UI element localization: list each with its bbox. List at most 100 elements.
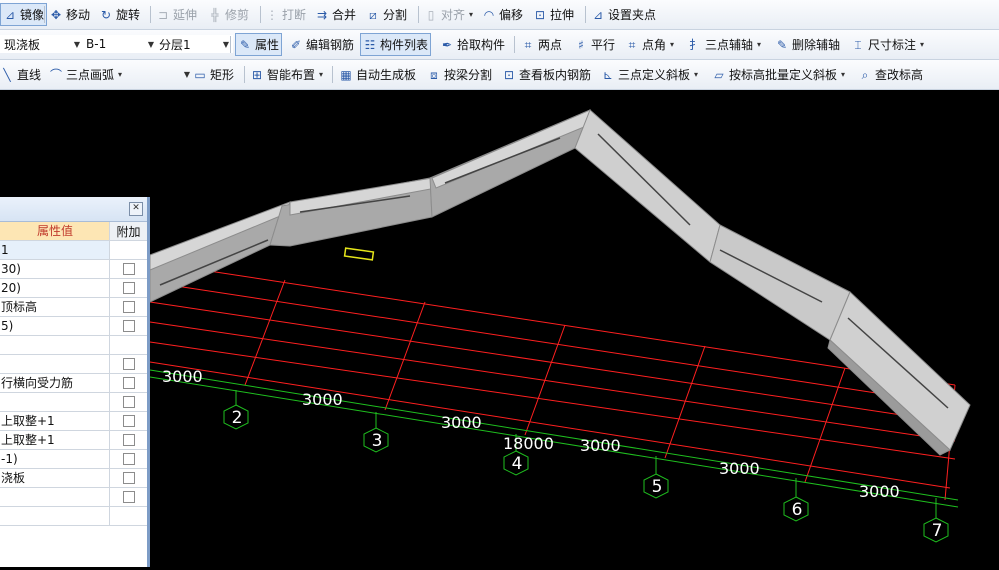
mirror-icon: ⊿	[4, 7, 16, 22]
edit-toolbar: ⊿ 镜像 ✥ 移动 ↻ 旋转 ⊐ 延伸 ╬ 修剪 ⋮ 打断 ⇉ 合并 ⧄ 分割 ▯ 对齐 ▾ ◠ 偏移…	[0, 0, 999, 30]
property-row[interactable]: 20)	[0, 279, 147, 298]
point-angle-icon: ⌗	[628, 37, 636, 52]
panel-title-bar[interactable]: ✕	[0, 197, 147, 222]
stretch-icon: ⊡	[534, 7, 546, 22]
slope-icon: ⊾	[602, 67, 614, 82]
trim-icon: ╬	[211, 7, 219, 22]
dimension-label: 18000	[503, 434, 554, 453]
component-toolbar: 现浇板 ▼ B-1 ▼ 分层1 ▼ ✎ 属性 ✐ 编辑钢筋 ☷ 构件列表 ✒ 拾取构件 ⌗ 两点…	[0, 30, 999, 60]
extra-checkbox[interactable]	[122, 491, 135, 503]
col-extra-header: 附加	[110, 222, 147, 240]
pick-component-button[interactable]: ✒ 拾取构件	[440, 30, 505, 59]
property-row[interactable]: 行横向受力筋	[0, 374, 147, 393]
break-icon: ⋮	[266, 7, 278, 22]
parallel-button[interactable]: ♯ 平行	[574, 30, 615, 59]
property-row[interactable]: 30)	[0, 260, 147, 279]
extra-checkbox[interactable]	[122, 301, 135, 313]
inclined-slab	[149, 109, 971, 456]
properties-button[interactable]: ✎ 属性	[235, 33, 283, 56]
extend-button[interactable]: ⊐ 延伸	[156, 0, 197, 29]
set-grip-button[interactable]: ⊿ 设置夹点	[591, 0, 656, 29]
trim-button[interactable]: ╬ 修剪	[208, 0, 249, 29]
extra-checkbox[interactable]	[122, 263, 135, 275]
property-row[interactable]	[0, 355, 147, 374]
merge-button[interactable]: ⇉ 合并	[315, 0, 356, 29]
break-button[interactable]: ⋮ 打断	[265, 0, 306, 29]
chevron-down-icon: ▾	[670, 40, 675, 49]
edit-rebar-icon: ✐	[290, 37, 302, 52]
offset-icon: ◠	[483, 7, 495, 22]
chevron-down-icon: ▾	[319, 70, 324, 79]
mirror-button[interactable]: ⊿ 镜像	[0, 3, 48, 26]
check-elevation-button[interactable]: ⌕ 查改标高	[858, 60, 923, 89]
delete-axis-button[interactable]: ✎ 删除辅轴	[775, 30, 840, 59]
align-dropdown[interactable]: ▯ 对齐 ▾	[424, 0, 473, 29]
extra-checkbox[interactable]	[122, 282, 135, 294]
close-button[interactable]: ✕	[129, 202, 143, 216]
property-row[interactable]	[0, 507, 147, 526]
component-list-button[interactable]: ☷ 构件列表	[360, 33, 432, 56]
property-row[interactable]: 5)	[0, 317, 147, 336]
dimension-label: 3000	[162, 367, 203, 386]
property-row[interactable]: 1	[0, 241, 147, 260]
property-row[interactable]	[0, 488, 147, 507]
axis-label: 7	[932, 521, 943, 541]
property-row[interactable]: -1)	[0, 450, 147, 469]
line-icon: ╲	[3, 67, 11, 82]
smart-layout-dropdown[interactable]: ⊞ 智能布置 ▾	[250, 60, 323, 89]
extra-checkbox[interactable]	[122, 415, 135, 427]
floor-select[interactable]: 分层1 ▼	[155, 35, 233, 53]
chevron-down-icon: ▾	[469, 10, 474, 19]
selection-marker	[343, 247, 375, 261]
batch-slope-dropdown[interactable]: ▱ 按标高批量定义斜板 ▾	[712, 60, 845, 89]
split-by-beam-icon: ⧈	[430, 67, 438, 82]
extra-checkbox[interactable]	[122, 358, 135, 370]
line-button[interactable]: ╲ 直线	[0, 60, 41, 89]
property-row[interactable]: 顶标高	[0, 298, 147, 317]
delete-axis-icon: ✎	[776, 37, 788, 52]
arc-option-select[interactable]: ▼	[132, 65, 194, 83]
component-name-select[interactable]: B-1 ▼	[82, 35, 158, 53]
extend-icon: ⊐	[157, 7, 169, 22]
axis-label: 5	[652, 477, 663, 497]
rectangle-button[interactable]: ▭ 矩形	[193, 60, 234, 89]
extra-checkbox[interactable]	[122, 472, 135, 484]
auto-slab-icon: ▦	[340, 67, 352, 82]
point-angle-dropdown[interactable]: ⌗ 点角 ▾	[625, 30, 674, 59]
property-row[interactable]	[0, 336, 147, 355]
auto-slab-button[interactable]: ▦ 自动生成板	[339, 60, 416, 89]
view-slab-rebar-button[interactable]: ⊡ 查看板内钢筋	[502, 60, 591, 89]
extra-checkbox[interactable]	[122, 453, 135, 465]
property-row[interactable]: 上取整+1	[0, 412, 147, 431]
smart-layout-icon: ⊞	[251, 67, 263, 82]
offset-button[interactable]: ◠ 偏移	[482, 0, 523, 29]
property-row[interactable]	[0, 393, 147, 412]
three-point-slope-dropdown[interactable]: ⊾ 三点定义斜板 ▾	[601, 60, 698, 89]
stretch-button[interactable]: ⊡ 拉伸	[533, 0, 574, 29]
arc-icon: ⌒	[49, 67, 62, 82]
extra-checkbox[interactable]	[122, 396, 135, 408]
component-type-select[interactable]: 现浇板 ▼	[0, 35, 84, 53]
rotate-button[interactable]: ↻ 旋转	[99, 0, 140, 29]
property-row[interactable]: 浇板	[0, 469, 147, 488]
two-points-button[interactable]: ⌗ 两点	[521, 30, 562, 59]
dimension-dropdown[interactable]: ⌶ 尺寸标注 ▾	[851, 30, 924, 59]
split-button[interactable]: ⧄ 分割	[366, 0, 407, 29]
two-points-icon: ⌗	[524, 37, 532, 52]
chevron-down-icon: ▾	[118, 70, 123, 79]
three-point-axis-dropdown[interactable]: ⺘三点辅轴 ▾	[688, 30, 761, 59]
edit-rebar-button[interactable]: ✐ 编辑钢筋	[289, 30, 354, 59]
extra-checkbox[interactable]	[122, 377, 135, 389]
properties-header: 属性值 附加	[0, 222, 147, 241]
property-row[interactable]: 上取整+1	[0, 431, 147, 450]
three-point-arc-dropdown[interactable]: ⌒ 三点画弧 ▾	[49, 60, 122, 89]
move-button[interactable]: ✥ 移动	[49, 0, 90, 29]
chevron-down-icon: ▼	[147, 39, 154, 49]
split-by-beam-button[interactable]: ⧈ 按梁分割	[427, 60, 492, 89]
axis-label: 3	[372, 431, 383, 451]
extra-checkbox[interactable]	[122, 434, 135, 446]
parallel-icon: ♯	[578, 37, 584, 52]
chevron-down-icon: ▾	[841, 70, 846, 79]
extra-checkbox[interactable]	[122, 320, 135, 332]
chevron-down-icon: ▼	[73, 39, 80, 49]
